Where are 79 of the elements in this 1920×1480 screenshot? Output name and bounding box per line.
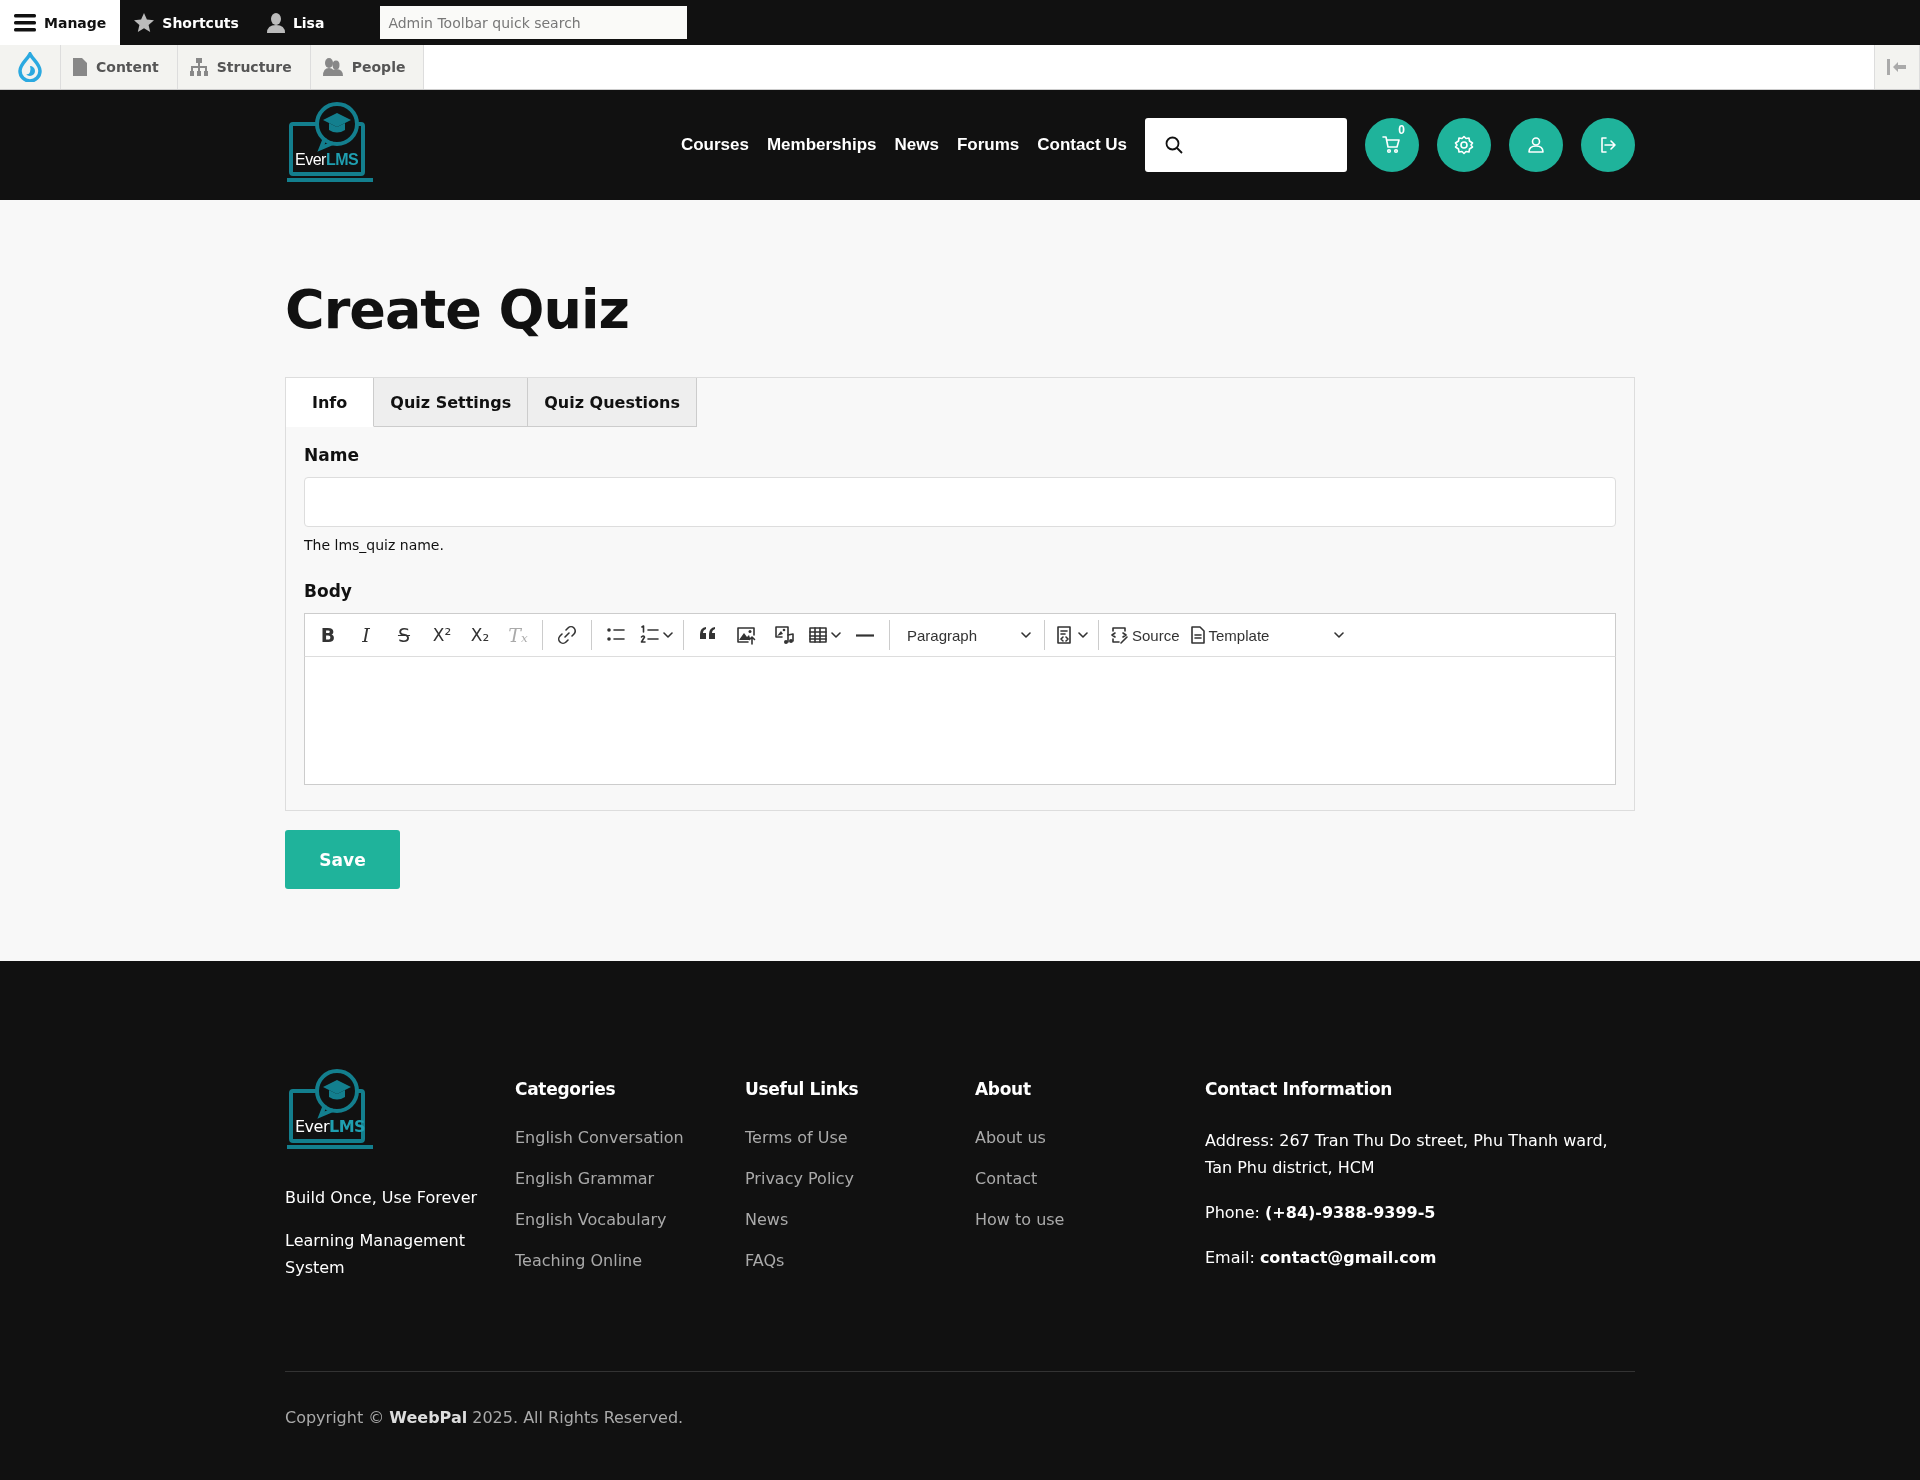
nav-link[interactable]: Forums [956, 135, 1020, 155]
hierarchy-icon [189, 58, 208, 76]
nav-link[interactable]: Contact Us [1037, 135, 1127, 155]
tray-link[interactable]: People [310, 45, 425, 89]
footer-link[interactable]: How to use [975, 1209, 1205, 1231]
caret-icon [831, 632, 841, 638]
cart-count: 0 [1398, 123, 1405, 137]
nav-link[interactable]: Memberships [766, 135, 877, 155]
caret-icon [663, 632, 673, 638]
field-label: Name [304, 444, 360, 467]
search-field[interactable] [1145, 118, 1347, 172]
format-button[interactable]: I [349, 618, 383, 652]
document-icon [1189, 625, 1206, 645]
toolbar-tab[interactable]: Lisa [252, 0, 339, 45]
field-description: The lms_quiz name. [304, 536, 445, 555]
footer-link[interactable]: FAQs [745, 1250, 975, 1272]
tray-link[interactable]: Structure [177, 45, 311, 89]
name-input[interactable] [304, 477, 1616, 527]
footer-link[interactable]: About us [975, 1127, 1205, 1149]
format-button[interactable]: X² [425, 618, 459, 652]
link-icon [557, 625, 577, 645]
footer-link[interactable]: Terms of Use [745, 1127, 975, 1149]
image-upload-icon [736, 625, 756, 645]
user-icon [1526, 135, 1546, 155]
footer-heading: Contact Information [1205, 1078, 1394, 1101]
source-icon [1109, 625, 1129, 645]
tab[interactable]: Info [286, 378, 375, 427]
caret-icon [1021, 632, 1031, 638]
caret-icon [1333, 632, 1344, 638]
nav-link[interactable]: News [894, 135, 939, 155]
user-icon [266, 12, 285, 33]
footer-link[interactable]: English Grammar [515, 1168, 745, 1190]
document-icon [73, 58, 87, 76]
footer-heading: Categories [515, 1078, 617, 1101]
caret-icon [1078, 632, 1088, 638]
footer-link[interactable]: News [745, 1209, 975, 1231]
footer-link[interactable]: Privacy Policy [745, 1168, 975, 1190]
account-button[interactable] [1509, 118, 1563, 172]
footer-heading: Useful Links [745, 1078, 860, 1101]
contact-detail: Address: 267 Tran Thu Do street, Phu Thanh ward, Tan Phu district, HCM [1205, 1130, 1609, 1179]
menu-icon [14, 13, 36, 32]
search-field[interactable]: Admin Toolbar quick search [380, 6, 688, 39]
settings-button[interactable] [1437, 118, 1491, 172]
format-button[interactable]: B [311, 618, 345, 652]
horizontal-line-icon [856, 633, 874, 637]
source-button[interactable]: Source [1106, 618, 1183, 652]
star-icon [134, 12, 155, 33]
footer-link[interactable]: English Vocabulary [515, 1209, 745, 1231]
footer-heading: About [975, 1078, 1032, 1101]
table-icon [808, 625, 828, 645]
footer-link[interactable]: English Conversation [515, 1127, 745, 1149]
logo-text: EverLMS [295, 151, 359, 169]
tagline: Build Once, Use Forever [285, 1187, 479, 1209]
toolbar-tab[interactable]: Shortcuts [120, 0, 253, 45]
nav-link[interactable]: Courses [680, 135, 749, 155]
field-label: Body [304, 580, 353, 603]
contact-detail: Email: contact@gmail.com [1205, 1247, 1438, 1269]
logout-button[interactable] [1581, 118, 1635, 172]
search-icon [1165, 136, 1183, 154]
copyright-text: Copyright © WeebPal 2025. All Rights Reserved. [285, 1407, 685, 1429]
logout-icon [1598, 135, 1618, 155]
template-dropdown[interactable]: Template [1186, 618, 1347, 652]
contact-detail: Phone: (+84)-9388-9399-5 [1205, 1202, 1437, 1224]
image-music-icon [774, 625, 794, 645]
tab[interactable]: Quiz Settings [374, 378, 529, 427]
people-icon [322, 58, 343, 76]
tagline: Learning Management System [285, 1230, 466, 1279]
tab[interactable]: Quiz Questions [528, 378, 697, 427]
heading-dropdown[interactable]: Paragraph [897, 618, 1037, 652]
tray-link[interactable]: Content [61, 45, 178, 89]
numbered-list-icon [640, 625, 660, 645]
format-button[interactable]: S [387, 618, 421, 652]
settings-icon [1454, 135, 1474, 155]
toolbar-tab[interactable]: Manage [0, 0, 121, 45]
page-title: Create Quiz [285, 277, 630, 343]
footer-link[interactable]: Teaching Online [515, 1250, 745, 1272]
cart-icon [1382, 135, 1402, 155]
footer-link[interactable]: Contact [975, 1168, 1205, 1190]
format-button[interactable]: X₂ [463, 618, 497, 652]
